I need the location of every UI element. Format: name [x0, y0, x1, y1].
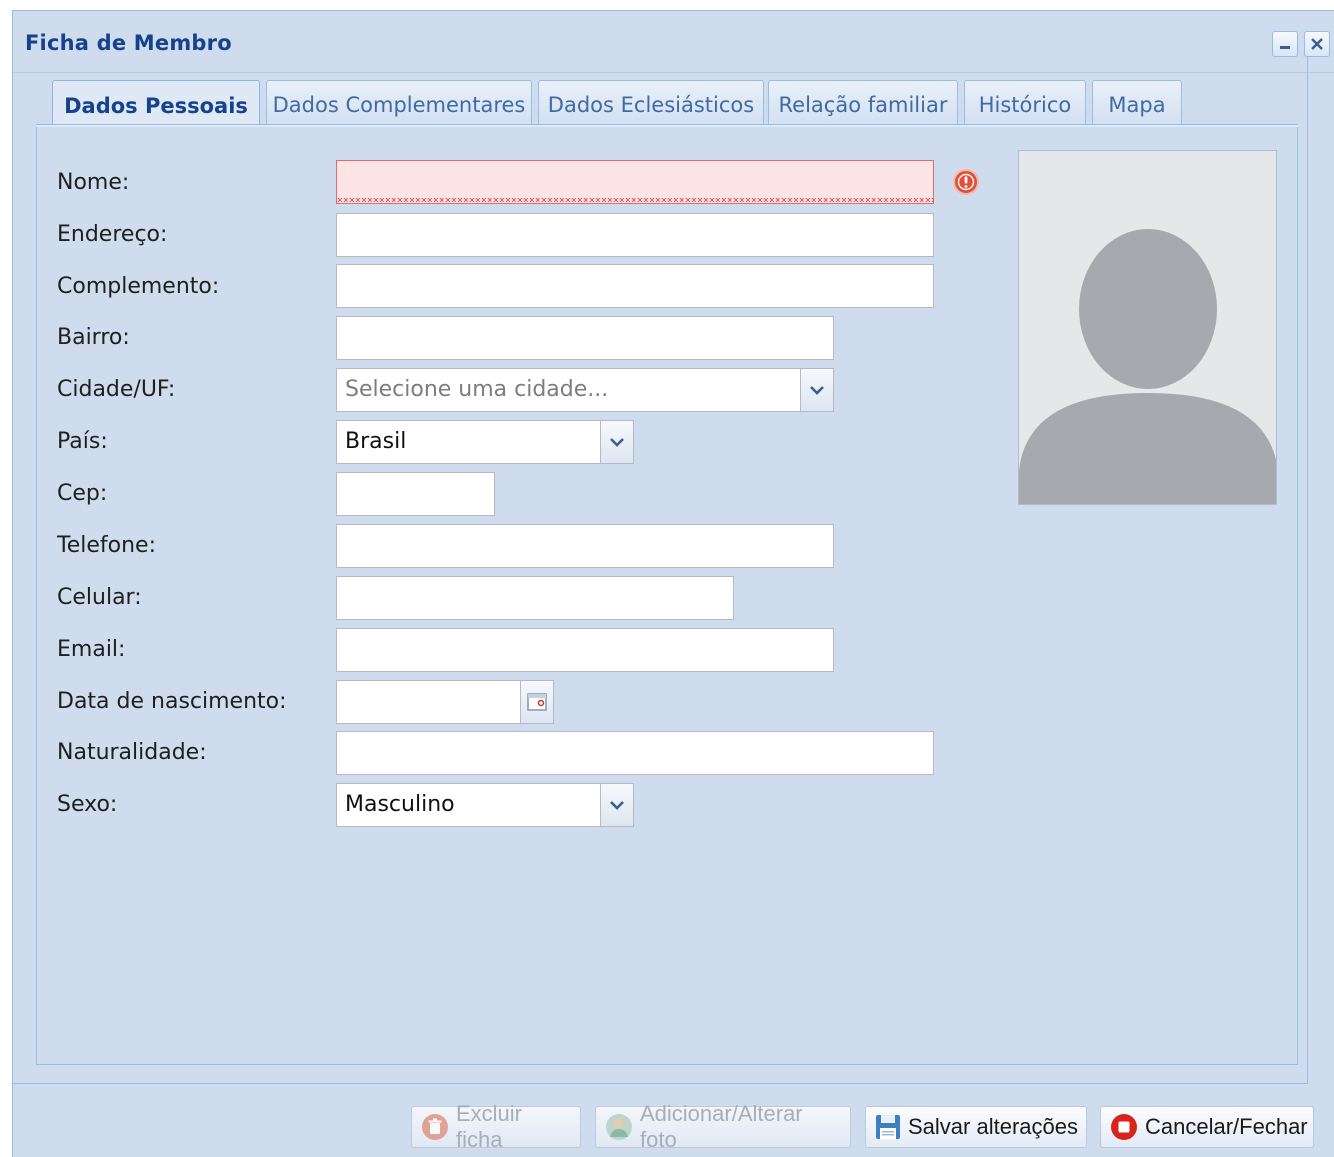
endereco-input[interactable] [336, 213, 934, 257]
chevron-down-icon [610, 438, 624, 447]
cidade-label: Cidade/UF: [57, 377, 176, 402]
chevron-down-icon [810, 386, 824, 395]
member-photo [1018, 150, 1277, 505]
minimize-button[interactable] [1272, 31, 1298, 57]
sexo-value: Masculino [345, 792, 455, 817]
complemento-input[interactable] [336, 264, 934, 308]
tab-label: Mapa [1108, 92, 1166, 117]
nascimento-label: Data de nascimento: [57, 689, 287, 714]
save-button[interactable]: Salvar alterações [865, 1106, 1087, 1148]
nascimento-datefield[interactable] [336, 680, 554, 724]
cidade-placeholder: Selecione uma cidade... [345, 377, 609, 402]
cancel-close-button[interactable]: Cancelar/Fechar [1100, 1106, 1314, 1148]
bairro-label: Bairro: [57, 325, 130, 350]
calendar-icon [527, 693, 547, 711]
cidade-combo[interactable]: Selecione uma cidade... [336, 368, 834, 412]
tab-label: Relação familiar [778, 92, 948, 117]
sexo-label: Sexo: [57, 792, 118, 817]
close-icon [1311, 38, 1323, 50]
celular-input[interactable] [336, 576, 734, 620]
tab-label: Dados Pessoais [64, 93, 248, 118]
minimize-icon [1280, 46, 1290, 49]
tab-historico[interactable]: Histórico [964, 80, 1086, 126]
window-title: Ficha de Membro [25, 31, 232, 55]
nome-label: Nome: [57, 170, 130, 195]
tab-label: Dados Complementares [272, 92, 526, 117]
floppy-disk-icon [876, 1115, 900, 1139]
tab-mapa[interactable]: Mapa [1092, 80, 1182, 126]
pais-combo[interactable]: Brasil [336, 420, 634, 464]
nome-input[interactable] [336, 160, 934, 204]
delete-record-label: Excluir ficha [456, 1101, 523, 1152]
tab-underline [36, 124, 1298, 127]
cep-label: Cep: [57, 481, 108, 506]
add-photo-button[interactable]: Adicionar/Alterar foto [595, 1101, 851, 1152]
close-button[interactable] [1304, 31, 1330, 57]
naturalidade-label: Naturalidade: [57, 740, 207, 765]
pais-label: País: [57, 429, 108, 454]
tab-relacao-familiar[interactable]: Relação familiar [768, 80, 958, 126]
telefone-input[interactable] [336, 524, 834, 568]
bairro-input[interactable] [336, 316, 834, 360]
cidade-dropdown-button[interactable] [800, 368, 834, 412]
tab-dados-complementares[interactable]: Dados Complementares [266, 80, 532, 126]
error-icon [953, 169, 979, 195]
naturalidade-input[interactable] [336, 731, 934, 775]
tab-dados-eclesiasticos[interactable]: Dados Eclesiásticos [538, 80, 764, 126]
email-input[interactable] [336, 628, 834, 672]
avatar-placeholder-icon [1019, 229, 1276, 504]
chevron-down-icon [610, 801, 624, 810]
trash-icon [422, 1114, 448, 1140]
delete-record-button[interactable]: Excluir ficha [411, 1101, 581, 1152]
cancel-close-label: Cancelar/Fechar [1145, 1114, 1308, 1139]
tab-label: Dados Eclesiásticos [547, 92, 755, 117]
user-photo-icon [606, 1114, 632, 1140]
tab-dados-pessoais[interactable]: Dados Pessoais [52, 80, 260, 128]
celular-label: Celular: [57, 585, 142, 610]
cep-input[interactable] [336, 472, 495, 516]
complemento-label: Complemento: [57, 274, 220, 299]
date-picker-button[interactable] [520, 680, 554, 724]
pais-value: Brasil [345, 429, 407, 454]
tab-label: Histórico [978, 92, 1072, 117]
stop-icon [1111, 1114, 1137, 1140]
email-label: Email: [57, 637, 126, 662]
sexo-dropdown-button[interactable] [600, 783, 634, 827]
save-label: Salvar alterações [908, 1114, 1078, 1139]
add-photo-label: Adicionar/Alterar foto [640, 1101, 803, 1152]
endereco-label: Endereço: [57, 222, 168, 247]
pais-dropdown-button[interactable] [600, 420, 634, 464]
telefone-label: Telefone: [57, 533, 156, 558]
sexo-combo[interactable]: Masculino [336, 783, 634, 827]
